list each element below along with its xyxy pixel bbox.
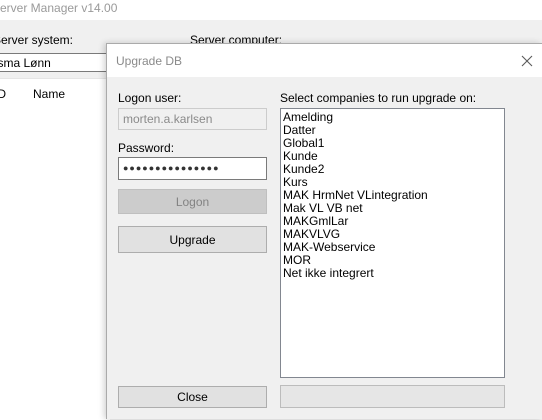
upgrade-button[interactable]: Upgrade (118, 226, 267, 253)
password-label: Password: (118, 141, 175, 155)
server-system-value: Visma Lønn (0, 56, 51, 70)
company-list-item[interactable]: Amelding (283, 111, 504, 124)
dialog-close-button[interactable] (516, 50, 538, 72)
close-button[interactable]: Close (118, 386, 267, 408)
logon-user-input[interactable] (118, 108, 267, 130)
company-list-item[interactable]: MAK-Webservice (283, 241, 504, 254)
close-icon (521, 55, 533, 67)
company-list-item[interactable]: Net ikke integrert (283, 267, 504, 280)
dialog-titlebar: Upgrade DB (107, 44, 542, 77)
dialog-title: Upgrade DB (116, 54, 183, 68)
company-list-item[interactable]: Kunde2 (283, 163, 504, 176)
logon-user-label: Logon user: (118, 91, 182, 105)
company-grid[interactable]: ID Name (0, 78, 110, 420)
upgrade-db-dialog: Upgrade DB Logon user: Password: ●●●●●●●… (106, 43, 542, 419)
server-system-label: Server system: (0, 33, 74, 47)
companies-label: Select companies to run upgrade on: (280, 91, 477, 105)
companies-listbox[interactable]: Amelding Datter Global1 Kunde Kunde2 Kurs MAK … (280, 108, 505, 378)
server-system-combobox[interactable]: Visma Lønn (0, 53, 116, 72)
password-input[interactable]: ●●●●●●●●●●●●●●● (118, 157, 267, 180)
main-window-title: Server Manager v14.00 (0, 1, 118, 15)
logon-button[interactable]: Logon (118, 189, 267, 214)
column-header-id[interactable]: ID (0, 87, 6, 101)
upgrade-progress-bar (280, 385, 505, 408)
column-header-name[interactable]: Name (33, 87, 65, 101)
main-window-titlebar: Server Manager v14.00 (0, 0, 542, 20)
